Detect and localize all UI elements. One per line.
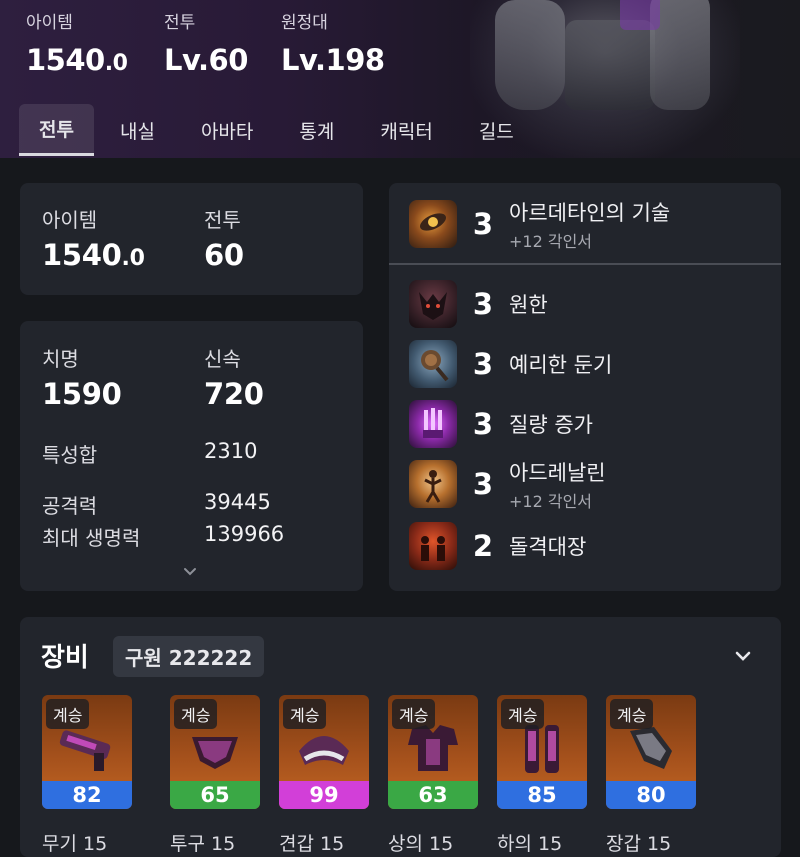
quality-bar: 80 [606, 781, 696, 809]
quality-bar: 65 [170, 781, 260, 809]
engraving-count: 3 [472, 347, 494, 381]
equipment-name: 투구 15 [170, 833, 236, 855]
tier-badge: 계승 [392, 699, 436, 729]
engraving-row[interactable]: 3 아르데타인의 기술 +12 각인서 [409, 199, 759, 251]
equipment-name: 장갑 15 [606, 833, 672, 855]
beast-face-icon [409, 280, 457, 328]
equipment-name: 하의 15 [497, 833, 563, 855]
tab-characters[interactable]: 캐릭터 [360, 104, 452, 156]
tab-guild[interactable]: 길드 [459, 104, 534, 156]
equipment-slot-chest[interactable]: 계승 63 [388, 695, 478, 809]
tab-combat[interactable]: 전투 [19, 104, 94, 156]
header-combat-level-value: Lv.60 [164, 43, 248, 77]
trait-sum-label: 특성합 [42, 443, 98, 467]
engraving-count: 2 [472, 529, 494, 563]
engraving-count: 3 [472, 407, 494, 441]
max-hp-value: 139966 [204, 522, 285, 546]
equipment-slot-gloves[interactable]: 계승 80 [606, 695, 696, 809]
crystal-hand-icon [409, 400, 457, 448]
engraving-row[interactable]: 3 원한 [409, 279, 759, 329]
engraving-count: 3 [472, 467, 494, 501]
engravings-card: 3 아르데타인의 기술 +12 각인서 3 원한 3 예리한 둔기 3 질량 증… [389, 183, 781, 591]
header-combat-level: 전투 Lv.60 [164, 8, 248, 77]
engraving-name: 돌격대장 [509, 535, 587, 559]
quality-bar: 82 [42, 781, 132, 809]
quality-bar: 63 [388, 781, 478, 809]
crit-label: 치명 [42, 347, 79, 371]
header-combat-level-label: 전투 [164, 13, 196, 33]
engraving-name: 원한 [509, 293, 548, 317]
stats-card: 치명 1590 신속 720 특성합 2310 공격력 39445 최대 생명력… [20, 321, 363, 591]
equipment-slot-weapon[interactable]: 계승 82 [42, 695, 132, 809]
header-item-level: 아이템 1540.0 [26, 8, 128, 77]
engraving-row[interactable]: 3 질량 증가 [409, 399, 759, 449]
equipment-slot-shoulder[interactable]: 계승 99 [279, 695, 369, 809]
swiftness-label: 신속 [204, 347, 241, 371]
chest-armor-icon [402, 721, 464, 775]
tier-badge: 계승 [610, 699, 654, 729]
rage-figure-icon [409, 460, 457, 508]
tier-badge: 계승 [46, 699, 90, 729]
levels-card: 아이템 1540.0 전투 60 [20, 183, 363, 295]
header-roster-level-value: Lv.198 [281, 43, 385, 77]
profile-header: 아이템 1540.0 전투 Lv.60 원정대 Lv.198 전투 내실 아바타… [0, 0, 800, 158]
equipment-name: 상의 15 [388, 833, 454, 855]
tab-statistics[interactable]: 통계 [279, 104, 354, 156]
chevron-down-icon[interactable] [732, 649, 754, 665]
engraving-book-note: +12 각인서 [509, 491, 593, 511]
shoulder-guard-icon [293, 721, 355, 775]
combat-level-label: 전투 [204, 208, 241, 232]
equipment-slot-pants[interactable]: 계승 85 [497, 695, 587, 809]
engraving-count: 3 [472, 207, 494, 241]
engraving-count: 3 [472, 287, 494, 321]
charging-warrior-icon [409, 522, 457, 570]
header-roster-level-label: 원정대 [281, 13, 328, 33]
drone-gear-icon [409, 200, 457, 248]
trait-sum-value: 2310 [204, 439, 258, 463]
equipment-name: 견갑 15 [279, 833, 345, 855]
engraving-book-note: +12 각인서 [509, 231, 593, 251]
engraving-name: 아드레날린 [509, 460, 606, 485]
equipment-title: 장비 [41, 643, 89, 673]
header-roster-level: 원정대 Lv.198 [281, 8, 385, 77]
set-badge: 구원 222222 [113, 636, 265, 677]
combat-level-value: 60 [204, 238, 244, 272]
header-item-level-value: 1540.0 [26, 43, 128, 77]
crit-value: 1590 [42, 377, 122, 411]
attack-power-value: 39445 [204, 490, 271, 514]
header-item-level-label: 아이템 [26, 13, 73, 33]
engraving-name: 아르데타인의 기술 [509, 200, 671, 225]
equipment-slot-helmet[interactable]: 계승 65 [170, 695, 260, 809]
attack-power-label: 공격력 [42, 494, 98, 518]
divider [389, 263, 781, 265]
engraving-row[interactable]: 3 예리한 둔기 [409, 339, 759, 389]
tab-avatar[interactable]: 아바타 [181, 104, 273, 156]
tier-badge: 계승 [174, 699, 218, 729]
tier-badge: 계승 [501, 699, 545, 729]
engraving-name: 예리한 둔기 [509, 353, 613, 377]
helmet-icon [184, 721, 246, 775]
spiked-mace-icon [409, 340, 457, 388]
engraving-name: 질량 증가 [509, 413, 593, 437]
leg-armor-icon [511, 721, 573, 775]
launcher-weapon-icon [56, 721, 118, 775]
gauntlet-icon [620, 721, 682, 775]
item-level-label: 아이템 [42, 208, 98, 232]
engraving-row[interactable]: 3 아드레날린 +12 각인서 [409, 459, 759, 511]
equipment-name: 무기 15 [42, 833, 108, 855]
chevron-down-icon[interactable] [182, 563, 198, 576]
tier-badge: 계승 [283, 699, 327, 729]
engraving-row[interactable]: 2 돌격대장 [409, 521, 759, 571]
quality-bar: 85 [497, 781, 587, 809]
swiftness-value: 720 [204, 377, 264, 411]
tab-lifestyle[interactable]: 내실 [100, 104, 175, 156]
item-level-value: 1540.0 [42, 238, 145, 272]
profile-tabs: 전투 내실 아바타 통계 캐릭터 길드 [19, 104, 540, 158]
quality-bar: 99 [279, 781, 369, 809]
max-hp-label: 최대 생명력 [42, 526, 141, 550]
